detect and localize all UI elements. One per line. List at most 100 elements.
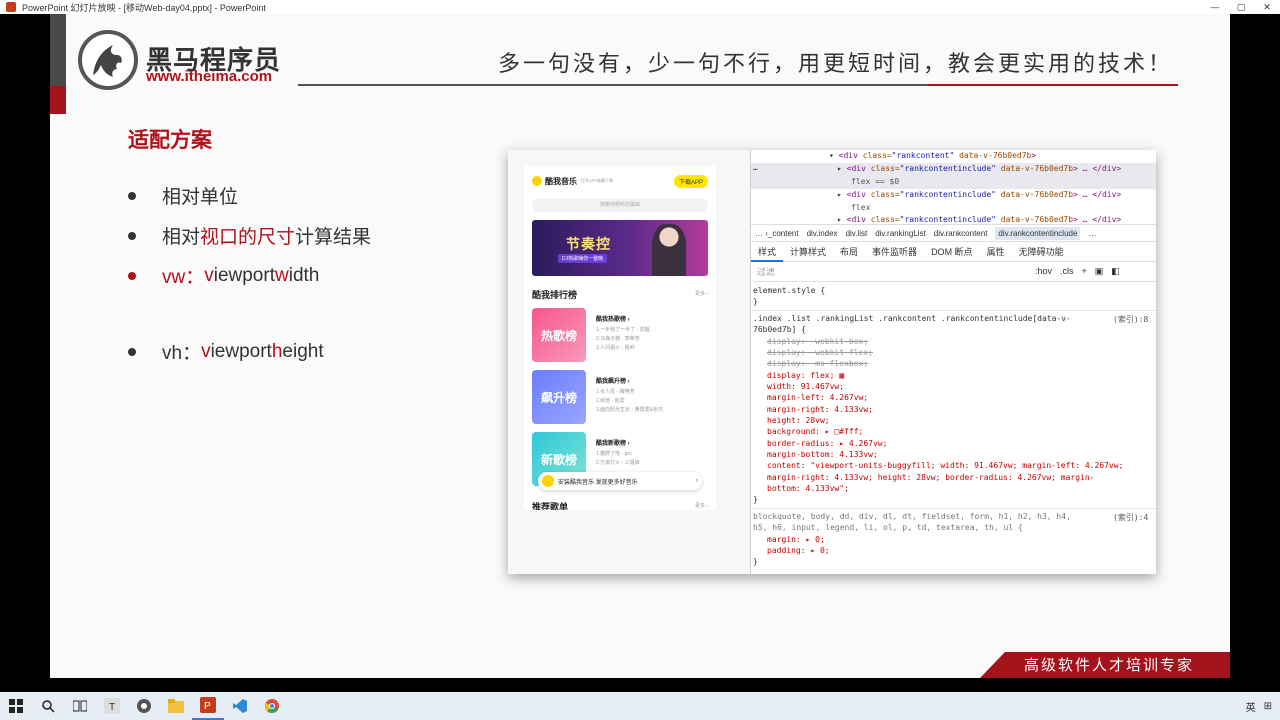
tab-layout[interactable]: 布局 — [833, 242, 865, 262]
rank-more-link[interactable]: 更多 › — [695, 290, 708, 297]
dom-tag: <div — [846, 190, 871, 199]
vscode-icon[interactable] — [224, 692, 256, 720]
rank-card[interactable]: 飙升榜 酷我飙升榜 › 1.女人花 - 梅艳芳 2.就他 - 赵雷 3.面向阳光… — [532, 370, 708, 424]
window-controls: — ▢ ✕ — [1202, 0, 1280, 14]
tab-styles[interactable]: 样式 — [751, 242, 784, 262]
slide-bottom-edge — [0, 678, 1280, 692]
toggle-sidebar-icon[interactable]: ◧ — [1111, 266, 1120, 277]
dom-attr: data-v-76b0ed7b — [995, 190, 1074, 199]
dom-dots[interactable]: … — [753, 163, 758, 172]
tab-computed[interactable]: 计算样式 — [783, 242, 833, 262]
add-rule-button[interactable]: + — [1082, 266, 1087, 277]
promo-banner[interactable]: 节奏控 DJ热歌嗨你一整晚 — [532, 220, 708, 276]
cls-toggle[interactable]: .cls — [1060, 266, 1074, 277]
rank-section-title: 酷我排行榜 — [532, 290, 578, 300]
css-declaration[interactable]: display: -webkit-box; — [767, 337, 868, 346]
chrome-gray-icon[interactable] — [128, 692, 160, 720]
rank-cover: 飙升榜 — [532, 370, 586, 424]
dom-node[interactable]: ▸ <div class="rankcontentinclude" data-v… — [837, 215, 1121, 224]
css-declaration[interactable]: display: -webkit-flex; — [767, 348, 873, 357]
dom-attr: data-v-76b0ed7b — [954, 151, 1032, 160]
task-view-icon[interactable] — [64, 692, 96, 720]
css-declaration[interactable]: padding: ▸ 0; — [767, 546, 830, 555]
tab-properties[interactable]: 属性 — [980, 242, 1012, 262]
windows-taskbar: T P 英 ⊞ — [0, 692, 1280, 720]
expand-arrow-icon[interactable]: ▸ — [837, 164, 842, 173]
recommend-more-link[interactable]: 更多 › — [695, 502, 708, 509]
rule-selector[interactable]: .index .list .rankingList .rankcontent .… — [753, 314, 1071, 323]
window-titlebar: PowerPoint 幻灯片放映 - [移动Web-day04.pptx] - … — [0, 0, 1280, 14]
rule-selector[interactable]: h5, h6, input, legend, li, ol, p, td, te… — [753, 523, 1023, 532]
dom-node[interactable]: ▾ <div class="rankcontent" data-v-76b0ed… — [829, 151, 1036, 160]
collapse-arrow-icon[interactable]: ▾ — [829, 151, 834, 160]
breadcrumb-item[interactable]: div.rankcontent — [934, 229, 988, 238]
dom-attr: class= — [870, 215, 900, 224]
bullet-text: iewport — [213, 264, 275, 286]
expand-arrow-icon[interactable]: ▸ — [837, 190, 842, 199]
bullet-text: idth — [288, 264, 320, 286]
element-style-selector[interactable]: element.style { — [753, 286, 825, 295]
windows-start-icon[interactable] — [0, 692, 32, 720]
notification-icon[interactable]: ⊞ — [1264, 701, 1272, 712]
rank-card-title: 酷我热歌榜 › — [596, 317, 630, 323]
rule-source-link[interactable]: (索引):8 — [1113, 314, 1148, 325]
filter-input[interactable]: 过滤 — [757, 265, 1035, 278]
file-explorer-icon[interactable] — [160, 692, 192, 720]
rank-card-title: 酷我新歌榜 › — [596, 441, 630, 447]
ime-indicator[interactable]: 英 — [1246, 699, 1256, 714]
app-name: 酷我音乐 — [545, 176, 577, 186]
tab-event-listeners[interactable]: 事件监听器 — [865, 242, 924, 262]
breadcrumb-item[interactable]: … — [1088, 229, 1096, 238]
css-declaration[interactable]: bottom: 4.133vw"; — [767, 484, 849, 493]
breadcrumb-item[interactable]: div.rankingList — [875, 229, 926, 238]
css-declaration[interactable]: margin-bottom: 4.133vw; — [767, 450, 878, 459]
dom-node[interactable]: ▸ <div class="rankcontentinclude" data-v… — [837, 164, 1121, 173]
banner-title: 节奏控 — [566, 236, 611, 252]
rank-card[interactable]: 热歌榜 酷我热歌榜 › 1.一半我了一半了 - 苏醒 2.乌梅子酱 - 李荣浩 … — [532, 308, 708, 362]
tab-accessibility[interactable]: 无障碍功能 — [1012, 242, 1071, 262]
css-declaration[interactable]: display: -ms-flexbox; — [767, 359, 868, 368]
close-button[interactable]: ✕ — [1254, 0, 1280, 14]
brand-url: www.itheima.com — [146, 68, 273, 85]
itheima-logo-icon — [78, 30, 138, 90]
tab-dom-breakpoints[interactable]: DOM 断点 — [924, 242, 980, 262]
breadcrumb-item[interactable]: div.list — [846, 229, 868, 238]
computed-sidebar-icon[interactable]: ▣ — [1095, 266, 1104, 277]
flex-badge[interactable]: flex == $0 — [851, 177, 899, 186]
window-title: PowerPoint 幻灯片放映 - [移动Web-day04.pptx] - … — [22, 2, 266, 13]
flex-badge[interactable]: flex — [851, 203, 870, 212]
bullet-dot — [128, 347, 136, 356]
download-app-button[interactable]: 下载APP — [673, 174, 708, 188]
typora-icon[interactable]: T — [96, 692, 128, 720]
css-declaration[interactable]: height: 28vw; — [767, 416, 830, 425]
minimize-button[interactable]: — — [1202, 0, 1228, 14]
expand-arrow-icon[interactable]: ▸ — [837, 215, 842, 224]
maximize-button[interactable]: ▢ — [1228, 0, 1254, 14]
search-icon[interactable] — [32, 692, 64, 720]
chrome-icon[interactable] — [256, 692, 288, 720]
css-declaration[interactable]: width: 91.467vw; — [767, 382, 844, 391]
breadcrumb-item-selected[interactable]: div.rankcontentinclude — [995, 226, 1081, 240]
css-declaration[interactable]: content: "viewport-units-buggyfill; widt… — [767, 461, 1123, 470]
breadcrumb-item[interactable]: … ‹_content — [755, 229, 799, 238]
powerpoint-icon[interactable]: P — [192, 692, 224, 720]
dom-attr: class= — [870, 190, 900, 199]
css-declaration[interactable]: display: flex; ▦ — [767, 371, 844, 380]
bullet-letter: v — [201, 340, 211, 362]
search-input[interactable]: 搜索你想听的歌曲 — [532, 198, 708, 212]
breadcrumb-item[interactable]: div.index — [807, 229, 838, 238]
css-declaration[interactable]: margin-right: 4.133vw; — [767, 405, 873, 414]
css-declaration[interactable]: margin: ▸ 0; — [767, 535, 825, 544]
css-declaration[interactable]: border-radius: ▸ 4.267vw; — [767, 439, 887, 448]
install-app-bar[interactable]: 安装酷我音乐 发现更多好音乐 › — [538, 472, 702, 490]
rule-selector[interactable]: blockquote, body, dd, div, dl, dt, field… — [753, 512, 1071, 521]
bullet-relative-unit: 相对单位 — [128, 182, 238, 209]
css-declaration[interactable]: margin-left: 4.267vw; — [767, 393, 868, 402]
hov-toggle[interactable]: :hov — [1035, 266, 1052, 277]
rule-selector[interactable]: 76b0ed7b] { — [753, 325, 806, 334]
rule-source-link[interactable]: (索引):4 — [1113, 512, 1148, 523]
css-declaration[interactable]: background: ▸ □#fff; — [767, 427, 863, 436]
filter-tools: :hov .cls + ▣ ◧ — [1035, 266, 1120, 277]
dom-node[interactable]: ▸ <div class="rankcontentinclude" data-v… — [837, 190, 1121, 199]
css-declaration[interactable]: margin-right: 4.133vw; height: 28vw; bor… — [767, 473, 1095, 482]
